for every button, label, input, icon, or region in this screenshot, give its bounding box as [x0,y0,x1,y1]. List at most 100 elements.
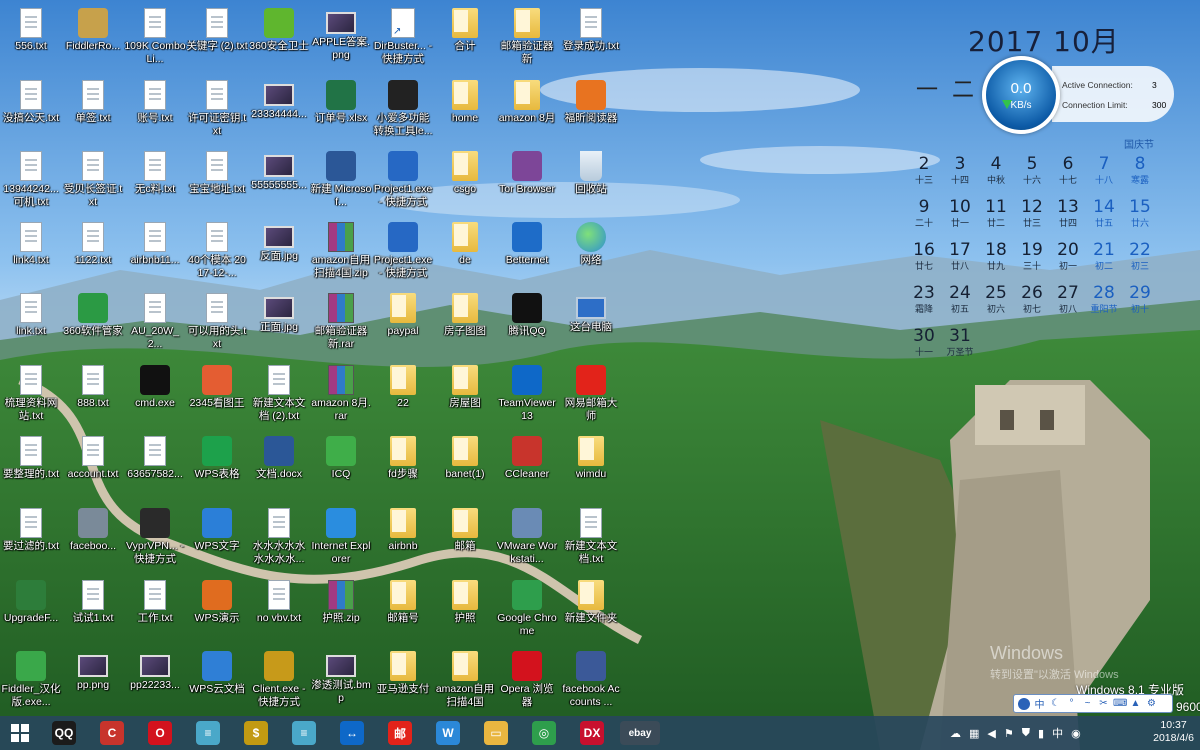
desktop-icon[interactable]: WPS云文档 [186,645,248,717]
desktop-icon[interactable]: 小爱多功能转换工具le... [372,74,434,146]
taskbar-app-dx[interactable]: DX [568,716,616,750]
desktop-icon[interactable]: 合计 [434,2,496,74]
calendar-day[interactable]: 26 初七 [1014,283,1050,315]
desktop-icon[interactable]: 新建文件夹 [560,574,622,646]
calendar-day[interactable]: 20 初一 [1050,240,1086,272]
calendar-day[interactable]: 7 十八 [1086,154,1122,186]
calendar-day[interactable]: 22 初三 [1122,240,1158,272]
desktop-icon[interactable]: 网易邮箱大师 [560,359,622,431]
calendar-day[interactable]: 11 廿二 [978,197,1014,229]
ime-mode-toggle[interactable]: 中 [1033,696,1046,711]
desktop-icon[interactable]: Opera 浏览器 [496,645,558,717]
tray-cloud-icon[interactable]: ☁ [950,727,961,740]
taskbar-clock[interactable]: 10:37 2018/4/6 [1153,719,1194,745]
start-button[interactable] [0,716,40,750]
desktop-icon[interactable]: 2345看图王 [186,359,248,431]
desktop-icon[interactable]: 109K Combo Li... [124,2,186,74]
tray-flag-icon[interactable]: ⚑ [1004,727,1014,740]
ime-wave-icon[interactable]: ~ [1081,698,1094,709]
desktop-icon[interactable]: no vbv.txt [248,574,310,646]
desktop-icon[interactable]: link4.txt [0,216,62,288]
desktop-icon[interactable]: banet(1) [434,430,496,502]
desktop-icon[interactable]: 新建 Microsof... [310,145,372,217]
desktop-icon[interactable]: 40个模本 2017-12-... [186,216,248,288]
calendar-day[interactable]: 17 廿八 [942,240,978,272]
desktop-icon[interactable]: UpgradeF... [0,574,62,646]
desktop-icon[interactable]: airbnb11... [124,216,186,288]
calendar-day[interactable]: 23 霜降 [906,283,942,315]
desktop-icon[interactable]: 受贝长签证.txt [62,145,124,217]
tray-volume-icon[interactable]: ◀ [987,727,995,740]
desktop-icon[interactable]: Internet Explorer [310,502,372,574]
desktop-icon[interactable]: 亚马逊支付 [372,645,434,717]
desktop-icon[interactable]: 护照.zip [310,574,372,646]
desktop-icon[interactable]: 这台电脑 [560,287,622,359]
desktop-icon[interactable]: fd步骤 [372,430,434,502]
desktop-icon[interactable]: 反面.jpg [248,216,310,288]
desktop-icon[interactable]: 宝宝地址.txt [186,145,248,217]
calendar-day[interactable]: 19 三十 [1014,240,1050,272]
desktop-icon[interactable]: 要过滤的.txt [0,502,62,574]
desktop-icon[interactable]: 试试1.txt [62,574,124,646]
desktop-icon[interactable]: wimdu [560,430,622,502]
taskbar-app-ccleaner[interactable]: C [88,716,136,750]
desktop-icon[interactable]: 护照 [434,574,496,646]
desktop-icon[interactable]: 可以用的头.txt [186,287,248,359]
tray-network-icon[interactable]: ▦ [969,727,979,740]
calendar-day[interactable]: 25 初六 [978,283,1014,315]
desktop-icon[interactable]: csgo [434,145,496,217]
desktop-icon[interactable]: ICQ [310,430,372,502]
desktop-icon[interactable]: account.txt [62,430,124,502]
desktop-icon[interactable]: 13944242...可机.txt [0,145,62,217]
calendar-day[interactable]: 8 寒露 [1122,154,1158,186]
desktop-icon[interactable]: 关键字 (2).txt [186,2,248,74]
tray-signal-icon[interactable]: ▮ [1038,727,1044,740]
desktop-icon[interactable]: 账号.txt [124,74,186,146]
desktop-icon[interactable]: Project1.exe - 快捷方式 [372,145,434,217]
calendar-day[interactable]: 14 廿五 [1086,197,1122,229]
desktop-icon[interactable]: CCleaner [496,430,558,502]
calendar-day[interactable]: 13 廿四 [1050,197,1086,229]
desktop-icon[interactable]: amazon自用扫描4国.zip [310,216,372,288]
desktop-icon[interactable]: 房屋图 [434,359,496,431]
desktop-icon[interactable]: 订单号.xlsx [310,74,372,146]
desktop-icon[interactable]: cmd.exe [124,359,186,431]
desktop-icon[interactable]: pp.png [62,645,124,717]
desktop-icon[interactable]: 没搞公天.txt [0,74,62,146]
desktop-icon[interactable]: 回收站 [560,145,622,217]
taskbar-app-notepad-2[interactable]: ≡ [280,716,328,750]
desktop-icon[interactable]: pp22233... [124,645,186,717]
desktop-icon[interactable]: 福昕阅读器 [560,74,622,146]
tray-qq-icon[interactable]: ◉ [1071,727,1081,740]
taskbar-app-qq[interactable]: QQ [40,716,88,750]
desktop-icon[interactable]: 渗透测试.bmp [310,645,372,717]
calendar-day[interactable]: 10 廿一 [942,197,978,229]
calendar-day[interactable]: 12 廿三 [1014,197,1050,229]
desktop-icon[interactable]: DirBuster... - 快捷方式 [372,2,434,74]
desktop-icon[interactable]: 556.txt [0,2,62,74]
calendar-day[interactable]: 5 十六 [1014,154,1050,186]
calendar-day[interactable]: 9 二十 [906,197,942,229]
taskbar-app-client-exe[interactable]: $ [232,716,280,750]
desktop-icon[interactable]: 邮箱号 [372,574,434,646]
calendar-day[interactable]: 21 初二 [1086,240,1122,272]
desktop-icon[interactable]: 正面.jpg [248,287,310,359]
calendar-day[interactable]: 30 十一 [906,326,942,358]
desktop-icon[interactable]: 1122.txt [62,216,124,288]
desktop-icon[interactable]: Client.exe - 快捷方式 [248,645,310,717]
desktop-icon[interactable]: amazon 8月 [496,74,558,146]
desktop-icon[interactable]: amazon 8月.rar [310,359,372,431]
taskbar-app-teamviewer[interactable]: ↔ [328,716,376,750]
taskbar-app-notepad[interactable]: ≡ [184,716,232,750]
desktop-icon[interactable]: VyprVPN... - 快捷方式 [124,502,186,574]
desktop-icon[interactable]: WPS演示 [186,574,248,646]
taskbar-app-ebay[interactable]: ebay [616,716,664,750]
desktop-icon[interactable]: 邮箱验证器 新.rar [310,287,372,359]
calendar-day[interactable]: 31 万圣节 [942,326,978,358]
desktop-icon[interactable]: paypal [372,287,434,359]
ime-logo-icon[interactable] [1018,697,1030,710]
desktop-icon[interactable]: 888.txt [62,359,124,431]
network-speed-gauge[interactable]: 0.0 KB/s [982,56,1060,134]
desktop-icon[interactable]: 55555555... [248,145,310,217]
desktop-icon[interactable]: 63657582... [124,430,186,502]
